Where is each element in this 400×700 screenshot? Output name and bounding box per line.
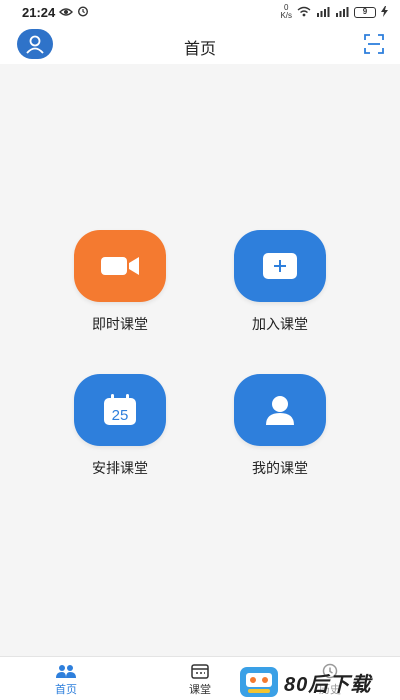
person-icon bbox=[266, 396, 294, 425]
main-content: 即时课堂 加入课堂 25 安排课堂 我的课堂 bbox=[0, 64, 400, 656]
classroom-icon bbox=[191, 664, 209, 679]
calendar-day-text: 25 bbox=[112, 407, 129, 424]
calendar-icon: 25 bbox=[104, 394, 136, 425]
my-classes-tile[interactable] bbox=[234, 374, 326, 446]
instant-class-action[interactable]: 即时课堂 bbox=[60, 230, 180, 334]
status-time: 21:24 bbox=[22, 4, 56, 20]
net-speed: 0 K/s bbox=[280, 4, 292, 20]
my-classes-action[interactable]: 我的课堂 bbox=[220, 374, 340, 478]
plus-icon bbox=[263, 253, 297, 279]
schedule-class-label: 安排课堂 bbox=[92, 460, 148, 476]
video-camera-icon bbox=[101, 257, 139, 275]
nav-item-home[interactable]: 首页 bbox=[26, 663, 106, 697]
schedule-class-tile[interactable]: 25 bbox=[74, 374, 166, 446]
join-class-label: 加入课堂 bbox=[252, 316, 308, 332]
home-users-icon bbox=[56, 665, 76, 678]
watermark-logo-icon bbox=[240, 667, 278, 697]
join-class-tile[interactable] bbox=[234, 230, 326, 302]
schedule-class-action[interactable]: 25 安排课堂 bbox=[60, 374, 180, 478]
nav-label-home: 首页 bbox=[55, 684, 77, 696]
eye-icon bbox=[59, 5, 74, 20]
instant-class-tile[interactable] bbox=[74, 230, 166, 302]
status-left: 21:24 bbox=[22, 5, 89, 20]
watermark: 80后下载 bbox=[240, 664, 400, 700]
page-title: 首页 bbox=[183, 41, 216, 58]
watermark-text: 80后下载 bbox=[284, 673, 372, 696]
net-speed-unit: K/s bbox=[280, 11, 292, 20]
join-class-action[interactable]: 加入课堂 bbox=[220, 230, 340, 334]
app-header: 首页 bbox=[0, 24, 400, 64]
status-right: 0 K/s 9 bbox=[280, 4, 388, 20]
my-classes-label: 我的课堂 bbox=[252, 460, 308, 476]
status-bar: 21:24 0 K/s 9 bbox=[0, 0, 400, 24]
instant-class-label: 即时课堂 bbox=[92, 316, 148, 332]
nav-item-classroom[interactable]: 课堂 bbox=[160, 663, 240, 697]
scan-icon bbox=[364, 34, 384, 54]
charging-icon bbox=[381, 5, 388, 19]
scan-button[interactable] bbox=[364, 34, 384, 54]
battery-icon: 9 bbox=[354, 6, 376, 18]
signal-icon bbox=[335, 6, 349, 19]
nav-label-classroom: 课堂 bbox=[189, 684, 211, 696]
alarm-icon bbox=[77, 5, 89, 20]
signal-icon bbox=[316, 6, 330, 19]
wifi-icon bbox=[297, 6, 311, 19]
